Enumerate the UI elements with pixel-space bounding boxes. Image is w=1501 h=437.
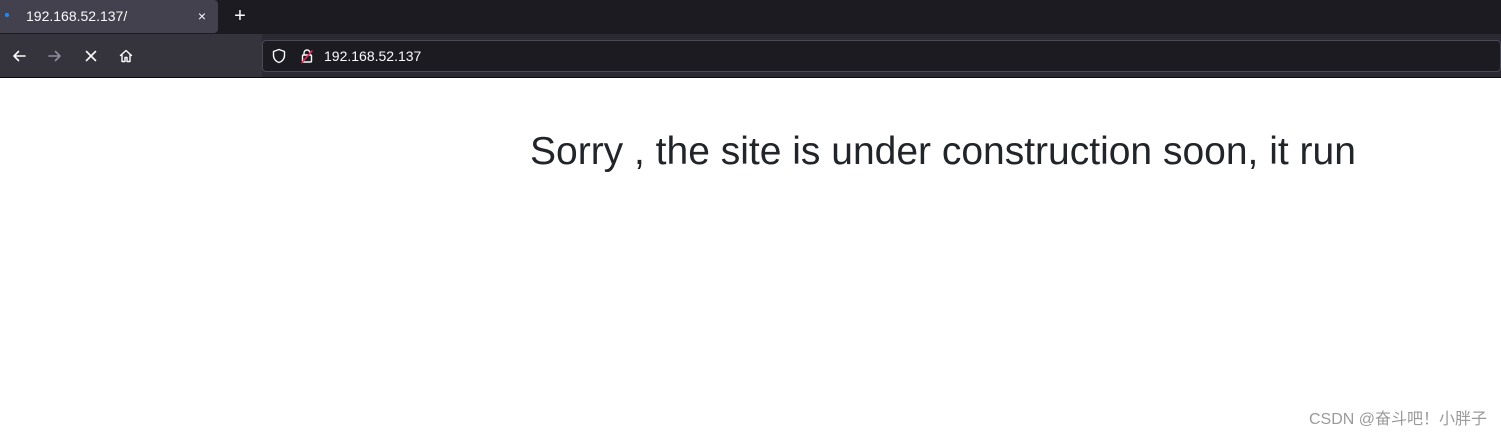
insecure-lock-icon[interactable] [299,48,315,64]
page-headline: Sorry , the site is under construction s… [530,130,1356,173]
watermark: CSDN @奋斗吧！小胖子 [1308,411,1487,428]
tab-strip: 192.168.52.137/ × + [0,0,1501,34]
arrow-left-icon [13,50,26,62]
navigation-toolbar: 192.168.52.137 [0,34,1501,78]
tab-active[interactable]: 192.168.52.137/ × [0,0,218,33]
url-bar[interactable]: 192.168.52.137 [262,40,1501,72]
browser-window: 192.168.52.137/ × + 192.168.52.137 Sorry… [0,0,1501,437]
stop-button[interactable] [79,44,103,68]
new-tab-button[interactable]: + [229,4,251,28]
loading-indicator-icon [5,13,9,17]
stop-icon [85,50,97,62]
home-button[interactable] [114,44,138,68]
back-button[interactable] [7,44,31,68]
forward-button[interactable] [43,44,67,68]
arrow-right-icon [48,50,61,62]
home-icon [119,49,133,63]
page-content: Sorry , the site is under construction s… [0,78,1501,437]
close-icon[interactable]: × [194,7,210,25]
url-text[interactable]: 192.168.52.137 [324,47,421,65]
tab-title: 192.168.52.137/ [26,8,128,24]
shield-icon[interactable] [271,48,287,64]
